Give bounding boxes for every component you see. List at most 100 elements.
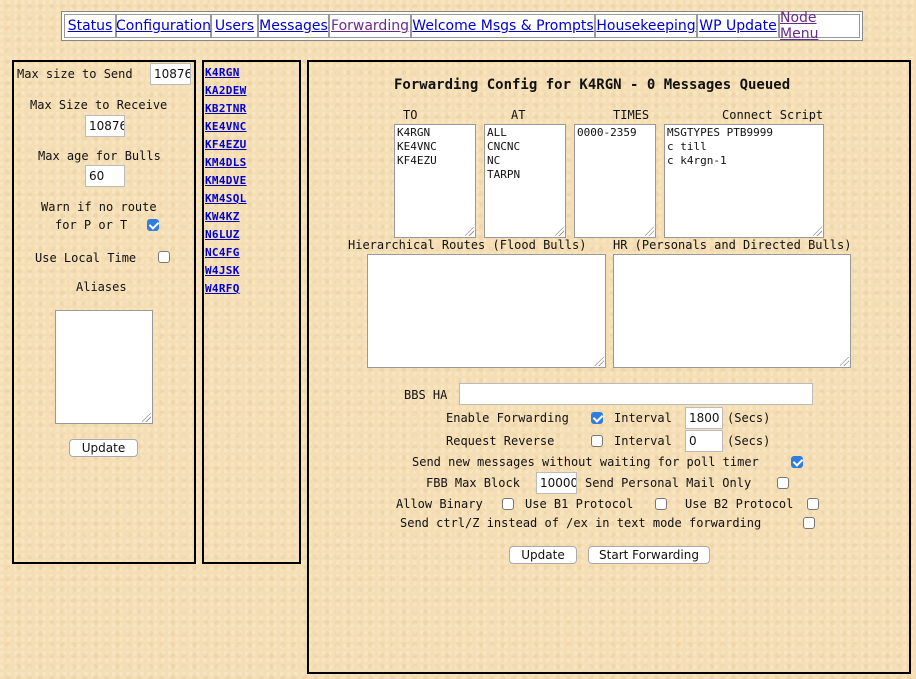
max-age-input[interactable]: 60 — [85, 165, 125, 187]
partner-call-item: KM4SQL — [205, 191, 247, 205]
partner-call-link[interactable]: NC4FG — [205, 246, 240, 259]
hr-flood-label: Hierarchical Routes (Flood Bulls) — [348, 238, 587, 252]
partner-call-item: W4RFQ — [205, 281, 240, 295]
nav-link-configuration[interactable]: Configuration — [116, 18, 211, 34]
allow-binary-label: Allow Binary — [396, 497, 483, 511]
nav-link-messages[interactable]: Messages — [259, 18, 328, 34]
local-time-checkbox[interactable] — [158, 251, 170, 263]
interval-secs-label: (Secs) — [727, 411, 771, 425]
partner-call-item: N6LUZ — [205, 227, 240, 241]
textarea-line: NC — [487, 154, 501, 167]
b2-protocol-checkbox[interactable] — [807, 498, 819, 510]
partner-call-link[interactable]: KM4SQL — [205, 192, 247, 205]
partner-call-link[interactable]: KM4DVE — [205, 174, 247, 187]
hr-flood-textarea[interactable] — [367, 254, 606, 368]
connect-script-textarea[interactable]: MSGTYPES PTB9999 c till c k4rgn-1 — [664, 124, 824, 238]
fbb-max-block-label: FBB Max Block — [426, 476, 520, 490]
partner-call-item: KM4DVE — [205, 173, 247, 187]
partner-call-link[interactable]: KB2TNR — [205, 102, 247, 115]
textarea-line: MSGTYPES PTB9999 — [667, 126, 773, 139]
nav-link-wp-update[interactable]: WP Update — [699, 18, 776, 34]
max-recv-input[interactable]: 10876 — [85, 115, 125, 137]
at-textarea[interactable]: ALL CNCNC NC TARPN — [484, 124, 566, 238]
textarea-line: ALL — [487, 126, 507, 139]
interval-input[interactable]: 1800 — [685, 407, 723, 429]
at-header: AT — [511, 108, 526, 122]
aliases-textarea[interactable] — [55, 310, 153, 424]
partner-call-link[interactable]: KW4KZ — [205, 210, 240, 223]
hr-personal-textarea[interactable] — [613, 254, 851, 368]
enable-forwarding-checkbox[interactable] — [591, 412, 603, 424]
request-reverse-checkbox[interactable] — [591, 435, 603, 447]
left-update-button[interactable]: Update — [69, 439, 138, 457]
max-age-label: Max age for Bulls — [38, 149, 161, 163]
bbs-ha-input[interactable] — [459, 383, 813, 405]
b2-protocol-label: Use B2 Protocol — [685, 497, 794, 511]
partner-call-item: KF4EZU — [205, 137, 247, 151]
resize-grip-icon[interactable] — [142, 413, 151, 422]
start-forwarding-button[interactable]: Start Forwarding — [588, 546, 710, 564]
send-new-label: Send new messages without waiting for po… — [412, 455, 759, 469]
textarea-line: 0000-2359 — [577, 126, 637, 139]
resize-grip-icon[interactable] — [645, 227, 654, 236]
ctrl-z-label: Send ctrl/Z instead of /ex in text mode … — [400, 516, 762, 530]
partner-call-item: KA2DEW — [205, 83, 247, 97]
partner-call-link[interactable]: W4JSK — [205, 264, 240, 277]
nav-link-status[interactable]: Status — [68, 18, 113, 34]
max-recv-label: Max Size to Receive — [30, 98, 168, 112]
partner-call-item: KM4DLS — [205, 155, 247, 169]
connect-script-header: Connect Script — [722, 108, 824, 122]
resize-grip-icon[interactable] — [465, 227, 474, 236]
partner-call-link[interactable]: N6LUZ — [205, 228, 240, 241]
ctrl-z-checkbox[interactable] — [803, 517, 815, 529]
enable-forwarding-label: Enable Forwarding — [446, 411, 569, 425]
partner-call-link[interactable]: K4RGN — [205, 66, 240, 79]
forwarding-config-title: Forwarding Config for K4RGN - 0 Messages… — [394, 77, 791, 93]
partner-call-link[interactable]: KE4VNC — [205, 120, 247, 133]
to-textarea[interactable]: K4RGN KE4VNC KF4EZU — [394, 124, 476, 238]
resize-grip-icon[interactable] — [595, 357, 604, 366]
partner-call-link[interactable]: KA2DEW — [205, 84, 247, 97]
main-update-button[interactable]: Update — [509, 546, 577, 564]
personal-only-checkbox[interactable] — [777, 477, 789, 489]
personal-only-label: Send Personal Mail Only — [585, 476, 752, 490]
resize-grip-icon[interactable] — [813, 227, 822, 236]
times-textarea[interactable]: 0000-2359 — [574, 124, 656, 238]
fbb-max-block-input[interactable]: 10000 — [536, 472, 577, 494]
to-header: TO — [403, 108, 418, 122]
partner-call-link[interactable]: KF4EZU — [205, 138, 247, 151]
nav-link-housekeeping[interactable]: Housekeeping — [596, 18, 695, 34]
partner-call-link[interactable]: W4RFQ — [205, 282, 240, 295]
partner-call-link[interactable]: KM4DLS — [205, 156, 247, 169]
partner-list-panel — [202, 60, 301, 564]
nav-housekeeping-cell: Housekeeping — [595, 14, 697, 38]
max-send-input[interactable]: 10876 — [150, 63, 191, 85]
reverse-interval-label: Interval — [614, 434, 672, 448]
warn-label-line1: Warn if no route — [41, 200, 157, 214]
textarea-line: K4RGN — [397, 126, 431, 139]
partner-call-item: K4RGN — [205, 65, 240, 79]
textarea-line: c till — [667, 140, 707, 153]
nav-link-node-menu[interactable]: Node Menu — [780, 10, 859, 42]
textarea-line: KF4EZU — [397, 154, 437, 167]
bbs-ha-label: BBS HA — [404, 388, 448, 402]
b1-protocol-checkbox[interactable] — [655, 498, 667, 510]
aliases-label: Aliases — [76, 280, 127, 294]
nav-configuration-cell: Configuration — [116, 14, 211, 38]
textarea-line: c k4rgn-1 — [667, 154, 727, 167]
resize-grip-icon[interactable] — [840, 357, 849, 366]
nav-wp-update-cell: WP Update — [697, 14, 779, 38]
send-new-checkbox[interactable] — [791, 456, 803, 468]
hr-personal-label: HR (Personals and Directed Bulls) — [613, 238, 852, 252]
warn-no-route-checkbox[interactable] — [147, 219, 159, 231]
nav-messages-cell: Messages — [258, 14, 329, 38]
nav-link-users[interactable]: Users — [215, 18, 254, 34]
allow-binary-checkbox[interactable] — [502, 498, 514, 510]
times-header: TIMES — [613, 108, 650, 122]
nav-link-welcome-msgs[interactable]: Welcome Msgs & Prompts — [412, 18, 593, 34]
textarea-line: TARPN — [487, 168, 521, 181]
nav-link-forwarding[interactable]: Forwarding — [331, 18, 409, 34]
resize-grip-icon[interactable] — [555, 227, 564, 236]
reverse-secs-label: (Secs) — [727, 434, 771, 448]
reverse-interval-input[interactable]: 0 — [685, 430, 723, 452]
